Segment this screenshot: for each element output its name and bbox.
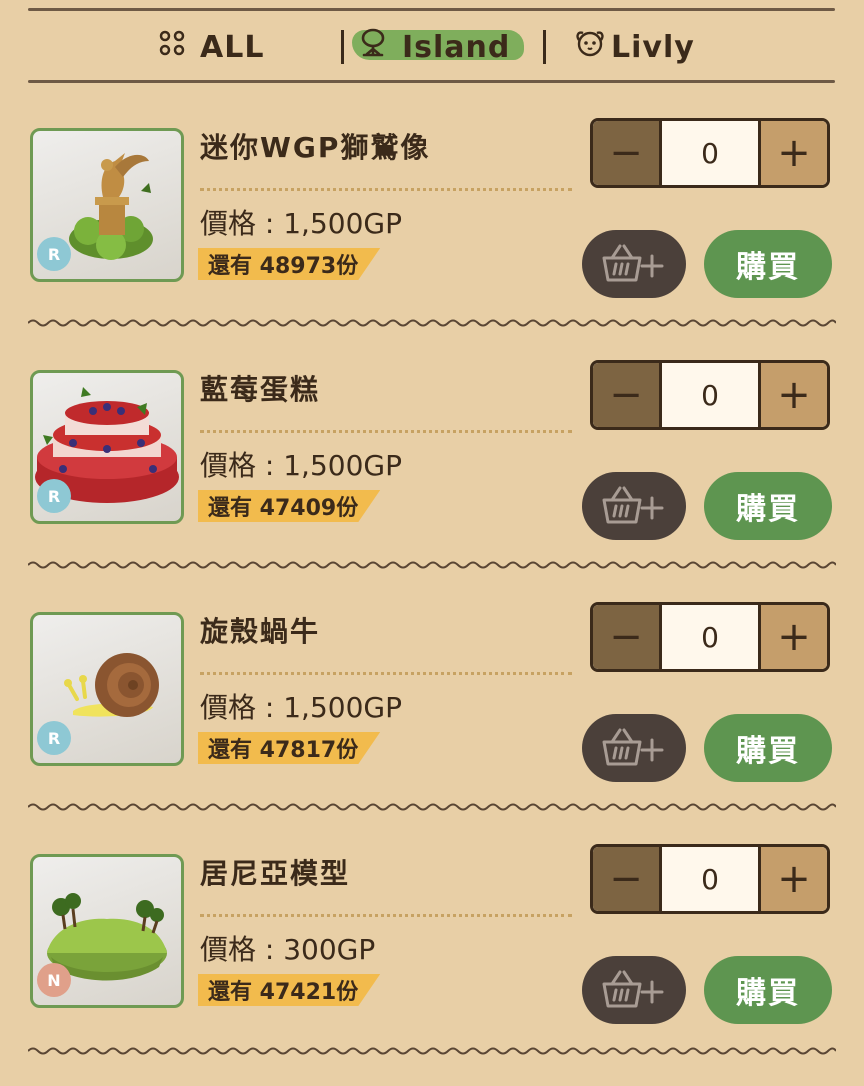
item-thumbnail[interactable]: R: [30, 128, 184, 282]
dotted-divider: [200, 430, 572, 433]
stock-remaining-tag: 還有 47409份: [198, 490, 381, 522]
buy-button[interactable]: 購買: [704, 230, 832, 298]
add-to-cart-button[interactable]: [582, 230, 686, 298]
tab-all[interactable]: ALL: [158, 12, 264, 82]
item-thumbnail[interactable]: N: [30, 854, 184, 1008]
increase-quantity-button[interactable]: +: [758, 847, 827, 911]
dotted-divider: [200, 188, 572, 191]
quantity-input[interactable]: 0: [662, 605, 758, 669]
item-thumbnail[interactable]: R: [30, 370, 184, 524]
increase-quantity-button[interactable]: +: [758, 605, 827, 669]
item-price: 價格 : 1,500GP: [200, 691, 402, 724]
stock-remaining-tag: 還有 47817份: [198, 732, 381, 764]
increase-quantity-button[interactable]: +: [758, 363, 827, 427]
tab-island[interactable]: Island: [352, 12, 524, 82]
wavy-divider: [28, 319, 836, 327]
item-name: 旋殼蝸牛: [200, 615, 321, 648]
tab-island-label: Island: [402, 29, 511, 65]
quantity-stepper: − 0 +: [590, 602, 830, 672]
dotted-divider: [200, 672, 572, 675]
livly-face-icon: [573, 28, 607, 66]
tabs-top-divider: [28, 8, 835, 11]
buy-button[interactable]: 購買: [704, 472, 832, 540]
rarity-badge: R: [37, 721, 71, 755]
stock-remaining-tag: 還有 48973份: [198, 248, 381, 280]
tab-livly-label: Livly: [611, 29, 695, 65]
decrease-quantity-button[interactable]: −: [593, 847, 662, 911]
increase-quantity-button[interactable]: +: [758, 121, 827, 185]
add-to-cart-button[interactable]: [582, 956, 686, 1024]
quantity-stepper: − 0 +: [590, 360, 830, 430]
quantity-input[interactable]: 0: [662, 363, 758, 427]
grid-dots-icon: [158, 29, 186, 65]
stock-remaining-tag: 還有 47421份: [198, 974, 381, 1006]
basket-plus-icon: [602, 244, 664, 282]
quantity-input[interactable]: 0: [662, 121, 758, 185]
item-price: 價格 : 1,500GP: [200, 449, 402, 482]
add-to-cart-button[interactable]: [582, 472, 686, 540]
quantity-input[interactable]: 0: [662, 847, 758, 911]
category-tabs: ALL Island Livly: [28, 12, 835, 82]
tab-all-label: ALL: [200, 29, 265, 65]
decrease-quantity-button[interactable]: −: [593, 121, 662, 185]
tab-separator: [543, 30, 546, 64]
rarity-badge: N: [37, 963, 71, 997]
wavy-divider: [28, 561, 836, 569]
item-name: 迷你WGP獅鷲像: [200, 131, 431, 164]
buy-button[interactable]: 購買: [704, 714, 832, 782]
add-to-cart-button[interactable]: [582, 714, 686, 782]
quantity-stepper: − 0 +: [590, 118, 830, 188]
wavy-divider: [28, 803, 836, 811]
item-name: 居尼亞模型: [200, 857, 351, 890]
item-price: 價格 : 1,500GP: [200, 207, 402, 240]
buy-button[interactable]: 購買: [704, 956, 832, 1024]
decrease-quantity-button[interactable]: −: [593, 363, 662, 427]
tab-separator: [341, 30, 344, 64]
basket-plus-icon: [602, 728, 664, 766]
dotted-divider: [200, 914, 572, 917]
decrease-quantity-button[interactable]: −: [593, 605, 662, 669]
item-thumbnail[interactable]: R: [30, 612, 184, 766]
quantity-stepper: − 0 +: [590, 844, 830, 914]
rarity-badge: R: [37, 479, 71, 513]
basket-plus-icon: [602, 970, 664, 1008]
tab-livly[interactable]: Livly: [573, 12, 695, 82]
rarity-badge: R: [37, 237, 71, 271]
wavy-divider: [28, 1047, 836, 1055]
item-name: 藍莓蛋糕: [200, 373, 321, 406]
item-price: 價格 : 300GP: [200, 933, 376, 966]
island-tree-icon: [358, 27, 388, 67]
basket-plus-icon: [602, 486, 664, 524]
